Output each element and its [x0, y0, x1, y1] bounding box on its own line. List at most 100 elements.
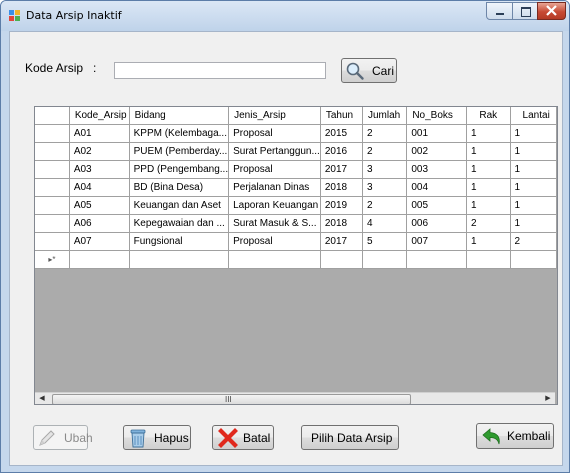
table-row[interactable]: A02 PUEM (Pemberday... Surat Pertanggun.… [35, 142, 557, 161]
table-cell[interactable]: 1 [510, 142, 557, 161]
table-cell[interactable]: 2018 [320, 214, 363, 233]
scroll-thumb[interactable]: III [52, 394, 411, 404]
table-cell[interactable] [69, 250, 130, 269]
row-header[interactable] [35, 178, 70, 197]
table-cell[interactable]: 2 [362, 124, 408, 143]
row-header[interactable] [35, 160, 70, 179]
table-row[interactable]: A03 PPD (Pengembang... Proposal 2017 3 0… [35, 160, 557, 179]
table-cell[interactable] [406, 250, 468, 269]
table-cell[interactable]: 2 [510, 232, 557, 251]
table-cell[interactable]: 2018 [320, 178, 363, 197]
hapus-button[interactable]: Hapus [123, 425, 191, 450]
table-cell[interactable]: 001 [406, 124, 468, 143]
table-cell[interactable]: 3 [362, 178, 408, 197]
kembali-button[interactable]: Kembali [476, 423, 554, 449]
table-cell[interactable]: A03 [69, 160, 130, 179]
table-cell[interactable]: 1 [466, 232, 511, 251]
pilih-data-arsip-button[interactable]: Pilih Data Arsip [301, 425, 399, 450]
table-cell[interactable] [320, 250, 363, 269]
column-header[interactable]: Rak [466, 107, 511, 125]
table-cell[interactable]: 3 [362, 160, 408, 179]
row-header[interactable] [35, 196, 70, 215]
table-cell[interactable]: 007 [406, 232, 468, 251]
table-cell[interactable]: 2019 [320, 196, 363, 215]
table-cell[interactable]: 4 [362, 214, 408, 233]
column-header[interactable]: Tahun [320, 107, 363, 125]
table-cell[interactable]: 1 [510, 196, 557, 215]
scroll-left-icon[interactable]: ◀ [35, 393, 49, 404]
row-header-corner[interactable] [35, 107, 70, 125]
table-cell[interactable]: 2017 [320, 232, 363, 251]
table-cell[interactable]: A07 [69, 232, 130, 251]
column-header[interactable]: Jenis_Arsip [228, 107, 321, 125]
table-row[interactable]: A06 Kepegawaian dan ... Surat Masuk & S.… [35, 214, 557, 233]
table-cell[interactable] [129, 250, 230, 269]
table-cell[interactable]: Proposal [228, 160, 321, 179]
table-cell[interactable]: Surat Masuk & S... [228, 214, 321, 233]
table-cell[interactable]: 1 [510, 124, 557, 143]
table-cell[interactable] [362, 250, 408, 269]
table-cell[interactable]: KPPM (Kelembaga... [129, 124, 230, 143]
ubah-button[interactable]: Ubah [33, 425, 93, 450]
table-cell[interactable]: 006 [406, 214, 468, 233]
batal-button[interactable]: Batal [212, 425, 274, 450]
new-row-marker[interactable]: ▸* [35, 250, 70, 269]
table-cell[interactable]: 005 [406, 196, 468, 215]
table-cell[interactable]: BD (Bina Desa) [129, 178, 230, 197]
table-row[interactable]: A05 Keuangan dan Aset Laporan Keuangan 2… [35, 196, 557, 215]
table-cell[interactable]: Perjalanan Dinas [228, 178, 321, 197]
table-cell[interactable]: 002 [406, 142, 468, 161]
table-cell[interactable]: 1 [466, 124, 511, 143]
table-cell[interactable] [510, 250, 557, 269]
table-cell[interactable]: 2015 [320, 124, 363, 143]
table-cell[interactable]: Kepegawaian dan ... [129, 214, 230, 233]
table-cell[interactable]: A04 [69, 178, 130, 197]
table-cell[interactable]: Keuangan dan Aset [129, 196, 230, 215]
table-cell[interactable] [466, 250, 511, 269]
table-cell[interactable]: 004 [406, 178, 468, 197]
table-cell[interactable]: 1 [466, 142, 511, 161]
new-row[interactable]: ▸* [35, 250, 557, 269]
maximize-button[interactable] [512, 2, 538, 20]
scroll-right-icon[interactable]: ▶ [541, 393, 555, 404]
table-cell[interactable]: 1 [466, 178, 511, 197]
table-cell[interactable]: 1 [510, 214, 557, 233]
horizontal-scrollbar[interactable]: ◀ III ▶ [35, 392, 555, 404]
kode-arsip-input[interactable] [114, 62, 326, 79]
table-cell[interactable]: 003 [406, 160, 468, 179]
table-cell[interactable]: PPD (Pengembang... [129, 160, 230, 179]
table-cell[interactable]: PUEM (Pemberday... [129, 142, 230, 161]
column-header[interactable]: Kode_Arsip [69, 107, 130, 125]
table-cell[interactable]: A05 [69, 196, 130, 215]
column-header[interactable]: Lantai [510, 107, 557, 125]
table-cell[interactable]: 2 [466, 214, 511, 233]
table-cell[interactable]: A02 [69, 142, 130, 161]
table-row[interactable]: A04 BD (Bina Desa) Perjalanan Dinas 2018… [35, 178, 557, 197]
table-cell[interactable]: A06 [69, 214, 130, 233]
table-cell[interactable]: 1 [466, 160, 511, 179]
table-cell[interactable]: A01 [69, 124, 130, 143]
table-cell[interactable]: 2 [362, 196, 408, 215]
table-cell[interactable]: Fungsional [129, 232, 230, 251]
arsip-data-grid[interactable]: Kode_Arsip Bidang Jenis_Arsip Tahun Juml… [34, 106, 558, 405]
table-cell[interactable]: Laporan Keuangan [228, 196, 321, 215]
table-cell[interactable]: 1 [466, 196, 511, 215]
table-cell[interactable]: 5 [362, 232, 408, 251]
cari-button[interactable]: Cari [341, 58, 397, 83]
table-row[interactable]: A01 KPPM (Kelembaga... Proposal 2015 2 0… [35, 124, 557, 143]
minimize-button[interactable] [486, 2, 513, 20]
table-cell[interactable]: 2 [362, 142, 408, 161]
row-header[interactable] [35, 214, 70, 233]
column-header[interactable]: No_Boks [406, 107, 468, 125]
row-header[interactable] [35, 232, 70, 251]
column-header[interactable]: Jumlah [362, 107, 408, 125]
row-header[interactable] [35, 124, 70, 143]
table-cell[interactable]: Proposal [228, 232, 321, 251]
table-cell[interactable]: 2017 [320, 160, 363, 179]
table-cell[interactable]: Proposal [228, 124, 321, 143]
row-header[interactable] [35, 142, 70, 161]
table-cell[interactable]: Surat Pertanggun... [228, 142, 321, 161]
title-bar[interactable]: Data Arsip Inaktif [1, 1, 569, 31]
table-cell[interactable]: 1 [510, 160, 557, 179]
table-cell[interactable] [228, 250, 321, 269]
